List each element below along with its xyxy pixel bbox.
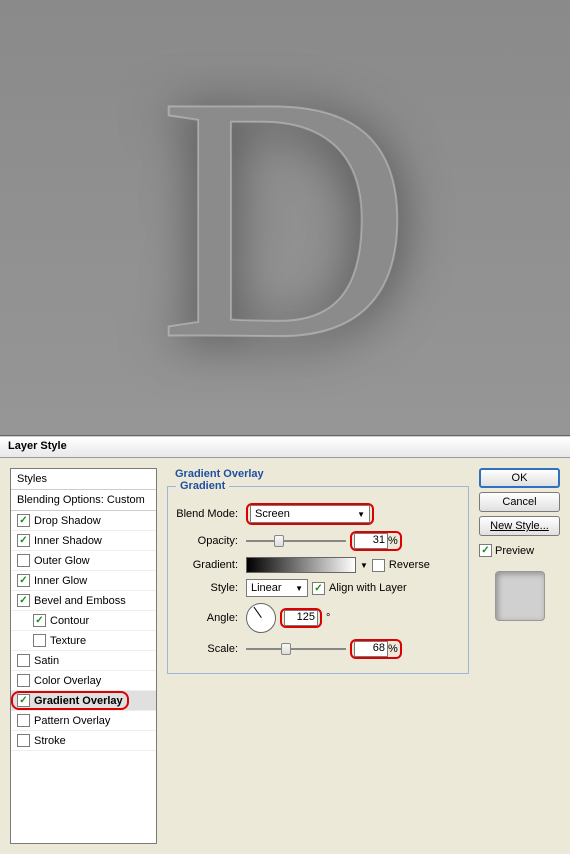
style-label: Contour <box>50 615 89 627</box>
style-checkbox[interactable] <box>17 674 30 687</box>
button-panel: OK Cancel New Style... ✓ Preview <box>479 468 560 844</box>
cancel-button[interactable]: Cancel <box>479 492 560 512</box>
settings-panel: Gradient Overlay Gradient Blend Mode: Sc… <box>167 468 469 844</box>
scale-slider[interactable] <box>246 642 346 656</box>
blend-mode-select[interactable]: Screen▼ <box>250 505 370 523</box>
chevron-down-icon: ▼ <box>295 584 303 593</box>
chevron-down-icon: ▼ <box>357 510 365 519</box>
chevron-down-icon[interactable]: ▼ <box>360 561 368 570</box>
style-checkbox[interactable] <box>33 634 46 647</box>
style-label: Satin <box>34 655 59 667</box>
dialog-title: Layer Style <box>0 436 570 458</box>
preview-checkbox[interactable]: ✓ <box>479 544 492 557</box>
style-row-outer-glow[interactable]: Outer Glow <box>11 551 156 571</box>
style-row-texture[interactable]: Texture <box>11 631 156 651</box>
style-checkbox[interactable]: ✓ <box>33 614 46 627</box>
panel-title: Gradient Overlay <box>171 468 469 480</box>
reverse-label: Reverse <box>389 559 430 571</box>
style-checkbox[interactable]: ✓ <box>17 534 30 547</box>
style-label: Stroke <box>34 735 66 747</box>
angle-unit: ° <box>326 612 330 624</box>
style-checkbox[interactable] <box>17 654 30 667</box>
style-row-drop-shadow[interactable]: ✓ Drop Shadow <box>11 511 156 531</box>
style-row-inner-shadow[interactable]: ✓ Inner Shadow <box>11 531 156 551</box>
style-label: Gradient Overlay <box>34 695 123 707</box>
style-label: Drop Shadow <box>34 515 101 527</box>
style-row-bevel-and-emboss[interactable]: ✓ Bevel and Emboss <box>11 591 156 611</box>
style-checkbox[interactable]: ✓ <box>17 514 30 527</box>
style-label: Style: <box>176 582 238 594</box>
style-label: Inner Shadow <box>34 535 102 547</box>
style-checkbox[interactable]: ✓ <box>17 574 30 587</box>
scale-input[interactable]: 68 <box>354 641 388 657</box>
new-style-button[interactable]: New Style... <box>479 516 560 536</box>
style-row-stroke[interactable]: Stroke <box>11 731 156 751</box>
layer-style-dialog: Styles Blending Options: Custom ✓ Drop Sh… <box>0 458 570 854</box>
gradient-picker[interactable] <box>246 557 356 573</box>
angle-dial[interactable] <box>246 603 276 633</box>
reverse-checkbox[interactable] <box>372 559 385 572</box>
style-label: Color Overlay <box>34 675 101 687</box>
style-checkbox[interactable] <box>17 554 30 567</box>
angle-input[interactable]: 125 <box>284 610 318 626</box>
styles-list-panel: Styles Blending Options: Custom ✓ Drop Sh… <box>10 468 157 844</box>
style-row-pattern-overlay[interactable]: Pattern Overlay <box>11 711 156 731</box>
style-label: Pattern Overlay <box>34 715 110 727</box>
scale-unit: % <box>388 643 398 655</box>
style-row-satin[interactable]: Satin <box>11 651 156 671</box>
blending-options-row[interactable]: Blending Options: Custom <box>11 490 156 511</box>
blend-mode-label: Blend Mode: <box>176 508 238 520</box>
style-row-inner-glow[interactable]: ✓ Inner Glow <box>11 571 156 591</box>
canvas-preview: D <box>0 0 570 436</box>
style-label: Texture <box>50 635 86 647</box>
gradient-label: Gradient: <box>176 559 238 571</box>
scale-label: Scale: <box>176 643 238 655</box>
style-checkbox[interactable]: ✓ <box>17 694 30 707</box>
opacity-input[interactable]: 31 <box>354 533 388 549</box>
opacity-slider[interactable] <box>246 534 346 548</box>
style-label: Inner Glow <box>34 575 87 587</box>
style-checkbox[interactable] <box>17 714 30 727</box>
opacity-unit: % <box>388 535 398 547</box>
preview-label: Preview <box>495 545 534 557</box>
style-label: Bevel and Emboss <box>34 595 126 607</box>
rendered-letter: D <box>159 16 412 419</box>
angle-label: Angle: <box>176 612 238 624</box>
style-checkbox[interactable]: ✓ <box>17 594 30 607</box>
style-row-gradient-overlay[interactable]: ✓ Gradient Overlay <box>11 691 156 711</box>
style-row-color-overlay[interactable]: Color Overlay <box>11 671 156 691</box>
style-label: Outer Glow <box>34 555 90 567</box>
fieldset-legend: Gradient <box>176 480 229 492</box>
gradient-fieldset: Gradient Blend Mode: Screen▼ Opacity: 31… <box>167 486 469 674</box>
align-label: Align with Layer <box>329 582 407 594</box>
styles-header[interactable]: Styles <box>11 469 156 490</box>
align-checkbox[interactable]: ✓ <box>312 582 325 595</box>
style-row-contour[interactable]: ✓ Contour <box>11 611 156 631</box>
ok-button[interactable]: OK <box>479 468 560 488</box>
style-select[interactable]: Linear▼ <box>246 579 308 597</box>
style-checkbox[interactable] <box>17 734 30 747</box>
preview-swatch <box>495 571 545 621</box>
opacity-label: Opacity: <box>176 535 238 547</box>
